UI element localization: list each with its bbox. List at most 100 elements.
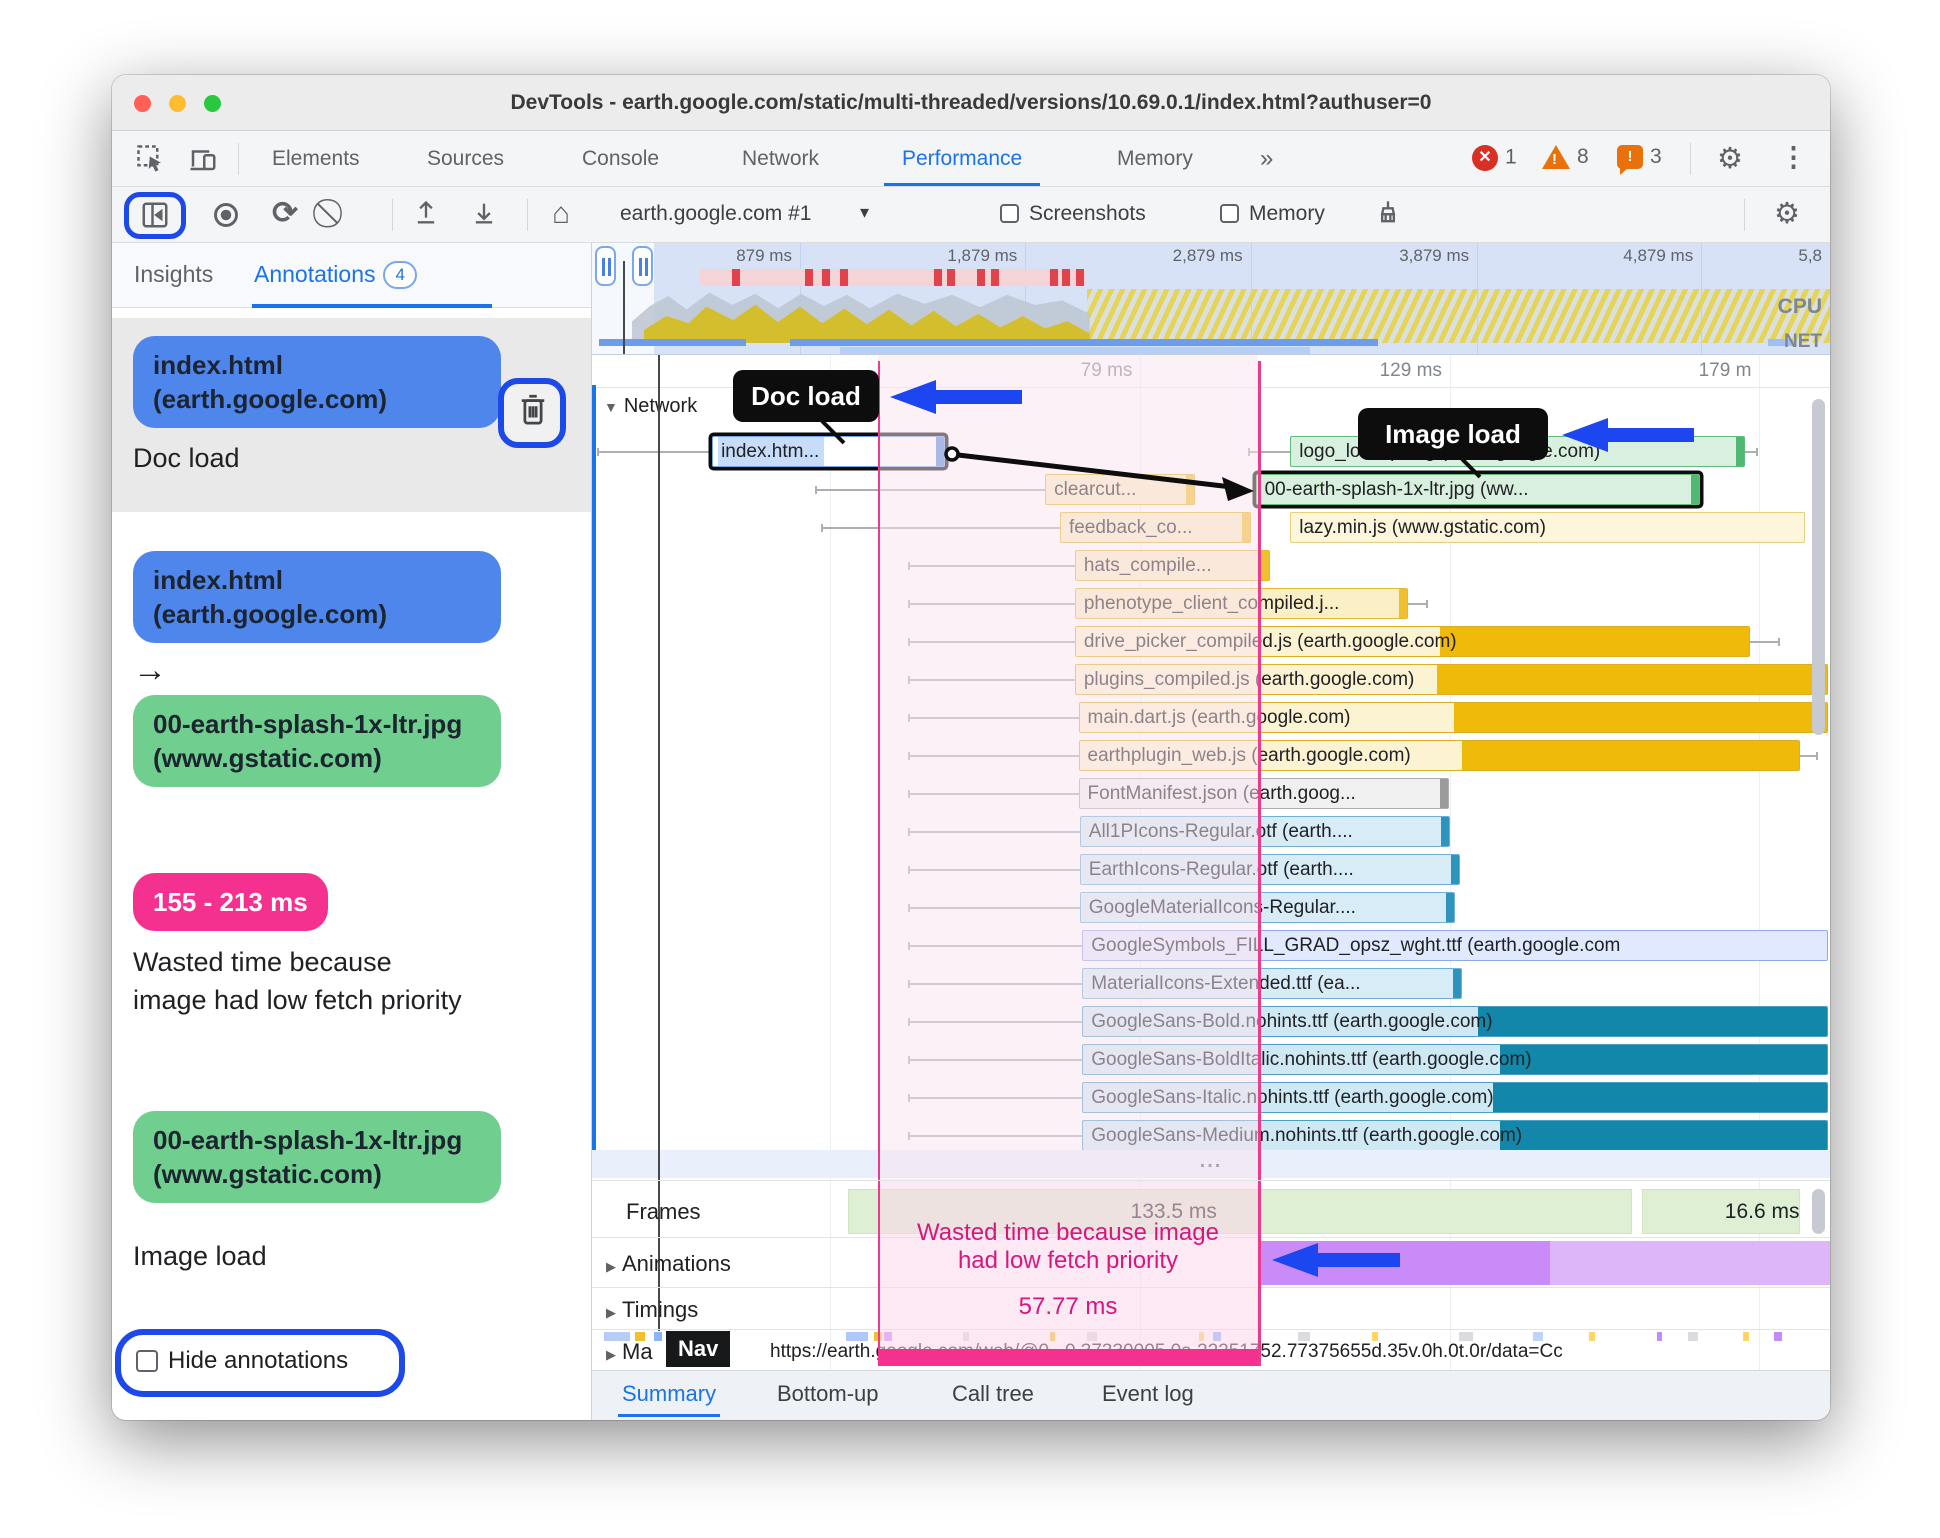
- long-task-marker: [731, 269, 740, 286]
- long-task-marker: [822, 269, 831, 286]
- network-request-bar[interactable]: lazy.min.js (www.gstatic.com): [1290, 512, 1806, 543]
- tab-summary[interactable]: Summary: [617, 1371, 721, 1417]
- tab-event-log[interactable]: Event log: [1102, 1371, 1194, 1417]
- bottom-tracks[interactable]: 133.5 ms16.6 ms Frames ▶Animations ▶Timi…: [592, 1180, 1830, 1370]
- details-tab-bar: Summary Bottom-up Call tree Event log: [592, 1370, 1830, 1420]
- timeline-overview[interactable]: CPU NET 879 ms 1,879 ms 2,879 ms 3,879 ms 4,…: [592, 243, 1830, 355]
- home-icon[interactable]: ⌂: [552, 197, 570, 231]
- tab-bottom-up[interactable]: Bottom-up: [777, 1371, 879, 1417]
- annotations-count-badge: 4: [383, 261, 417, 289]
- error-icon: ✕: [1472, 145, 1498, 171]
- issues-badge[interactable]: ! 3: [1617, 145, 1662, 176]
- tab-sources[interactable]: Sources: [409, 131, 522, 186]
- doc-load-annotation-label[interactable]: Doc load: [733, 370, 879, 422]
- screenshots-checkbox[interactable]: Screenshots: [1000, 202, 1146, 226]
- tab-console[interactable]: Console: [564, 131, 677, 186]
- toggle-sidebar-icon[interactable]: [140, 200, 170, 235]
- request-download-phase: [1462, 741, 1800, 770]
- network-waterfall[interactable]: ▼Network index.htm...logo_lockup.svg (ea…: [592, 355, 1830, 1180]
- wasted-time-arrow: [1272, 1243, 1400, 1277]
- main-thread-activity-chip: [1774, 1332, 1783, 1341]
- long-task-marker: [1076, 269, 1085, 286]
- long-task-marker: [804, 269, 813, 286]
- network-section-header[interactable]: ▼ Network: [604, 395, 697, 418]
- inspect-element-icon[interactable]: [136, 144, 166, 174]
- request-whisker: [1407, 600, 1428, 608]
- request-label: lazy.min.js (www.gstatic.com): [1299, 517, 1546, 538]
- long-task-marker: [839, 269, 848, 286]
- warning-badge[interactable]: ! 8: [1542, 145, 1589, 173]
- upload-profile-icon[interactable]: [412, 199, 440, 232]
- long-task-marker: [1062, 269, 1071, 286]
- performance-timeline: CPU NET 879 ms 1,879 ms 2,879 ms 3,879 ms 4,…: [592, 243, 1830, 1420]
- vertical-scrollbar[interactable]: [1812, 1189, 1825, 1234]
- garbage-collect-icon[interactable]: [1374, 199, 1402, 232]
- overview-ruler-tick: 2,879 ms: [1172, 246, 1243, 265]
- timings-track-label[interactable]: ▶ Timings: [606, 1297, 698, 1323]
- main-thread-activity-chip: [1458, 1332, 1473, 1341]
- trash-icon[interactable]: [518, 392, 548, 433]
- wasted-range-start-line: [877, 361, 881, 1180]
- tab-network[interactable]: Network: [724, 131, 837, 186]
- request-download-phase: [1493, 1083, 1827, 1112]
- overview-ruler-tick: 5,8: [1798, 246, 1822, 265]
- navigation-marker-line: [658, 355, 660, 1180]
- vertical-scrollbar[interactable]: [1812, 399, 1825, 735]
- request-end-cap: [1450, 855, 1459, 884]
- tab-elements[interactable]: Elements: [254, 131, 378, 186]
- tab-memory[interactable]: Memory: [1099, 131, 1211, 186]
- long-task-marker: [947, 269, 956, 286]
- target-selector[interactable]: earth.google.com #1: [620, 202, 811, 226]
- wasted-range-start-line: [877, 1181, 881, 1366]
- frame-duration-label: 16.6 ms: [1724, 1200, 1800, 1223]
- annotation-pill-index-html[interactable]: index.html (earth.google.com): [133, 336, 501, 428]
- animations-track-label[interactable]: ▶ Animations: [606, 1251, 731, 1277]
- cpu-track-label: CPU: [1777, 295, 1822, 318]
- annotation-pill-index-html[interactable]: index.html (earth.google.com): [133, 551, 501, 643]
- main-track-label[interactable]: ▶ Ma: [606, 1339, 653, 1365]
- reload-record-icon[interactable]: ⟳: [272, 195, 298, 231]
- chevron-down-icon[interactable]: ▾: [860, 202, 869, 223]
- device-toolbar-icon[interactable]: [188, 144, 218, 174]
- sidebar-tab-strip: Insights Annotations 4: [112, 243, 591, 308]
- annotation-pill-splash-jpg[interactable]: 00-earth-splash-1x-ltr.jpg (www.gstatic.…: [133, 1111, 501, 1203]
- annotations-sidebar: Insights Annotations 4 index.html (earth.…: [112, 243, 592, 1420]
- request-end-cap: [1439, 779, 1448, 808]
- annotation-ring-trash: [498, 378, 566, 448]
- request-end-cap: [1453, 969, 1462, 998]
- overview-network-bar: [599, 339, 746, 346]
- overview-network-bar: [839, 347, 1311, 354]
- tab-insights[interactable]: Insights: [134, 243, 213, 306]
- trace-window-left-handle[interactable]: [595, 246, 616, 286]
- request-download-phase: [1440, 627, 1749, 656]
- download-profile-icon[interactable]: [470, 199, 498, 232]
- more-options-icon[interactable]: ⋮: [1780, 142, 1807, 173]
- animation-bar[interactable]: [1550, 1241, 1830, 1285]
- annotation-pill-splash-jpg[interactable]: 00-earth-splash-1x-ltr.jpg (www.gstatic.…: [133, 695, 501, 787]
- long-task-marker: [1050, 269, 1059, 286]
- tab-performance[interactable]: Performance: [884, 131, 1041, 186]
- annotation-card-doc-load[interactable]: index.html (earth.google.com) Doc load: [112, 318, 591, 512]
- wasted-range-end-line: [1258, 1181, 1261, 1366]
- overview-network-bar: [790, 339, 1379, 346]
- annotation-pill-time-range[interactable]: 155 - 213 ms: [133, 873, 328, 931]
- error-badge[interactable]: ✕ 1: [1472, 145, 1517, 173]
- capture-settings-gear-icon[interactable]: ⚙: [1774, 196, 1800, 231]
- request-whisker: [596, 448, 713, 456]
- ruler-tick: 179 m: [1698, 360, 1752, 381]
- memory-checkbox[interactable]: Memory: [1220, 202, 1325, 226]
- image-load-annotation-label[interactable]: Image load: [1358, 408, 1548, 460]
- frames-track-label: Frames: [626, 1199, 701, 1224]
- trace-window-right-handle[interactable]: [632, 246, 653, 286]
- request-download-phase: [1437, 665, 1827, 694]
- more-tabs-icon[interactable]: »: [1242, 131, 1291, 186]
- settings-gear-icon[interactable]: ⚙: [1717, 141, 1743, 176]
- warning-icon: !: [1542, 145, 1570, 170]
- doc-load-arrow: [890, 380, 1022, 414]
- tab-call-tree[interactable]: Call tree: [952, 1371, 1034, 1417]
- record-icon[interactable]: [212, 201, 240, 234]
- wasted-time-annotation-text: Wasted time because image had low fetch …: [917, 1219, 1219, 1320]
- network-request-bar[interactable]: 00-earth-splash-1x-ltr.jpg (ww...: [1255, 474, 1700, 505]
- tab-annotations[interactable]: Annotations 4: [254, 243, 417, 306]
- hide-annotations-checkbox[interactable]: Hide annotations: [136, 1347, 348, 1375]
